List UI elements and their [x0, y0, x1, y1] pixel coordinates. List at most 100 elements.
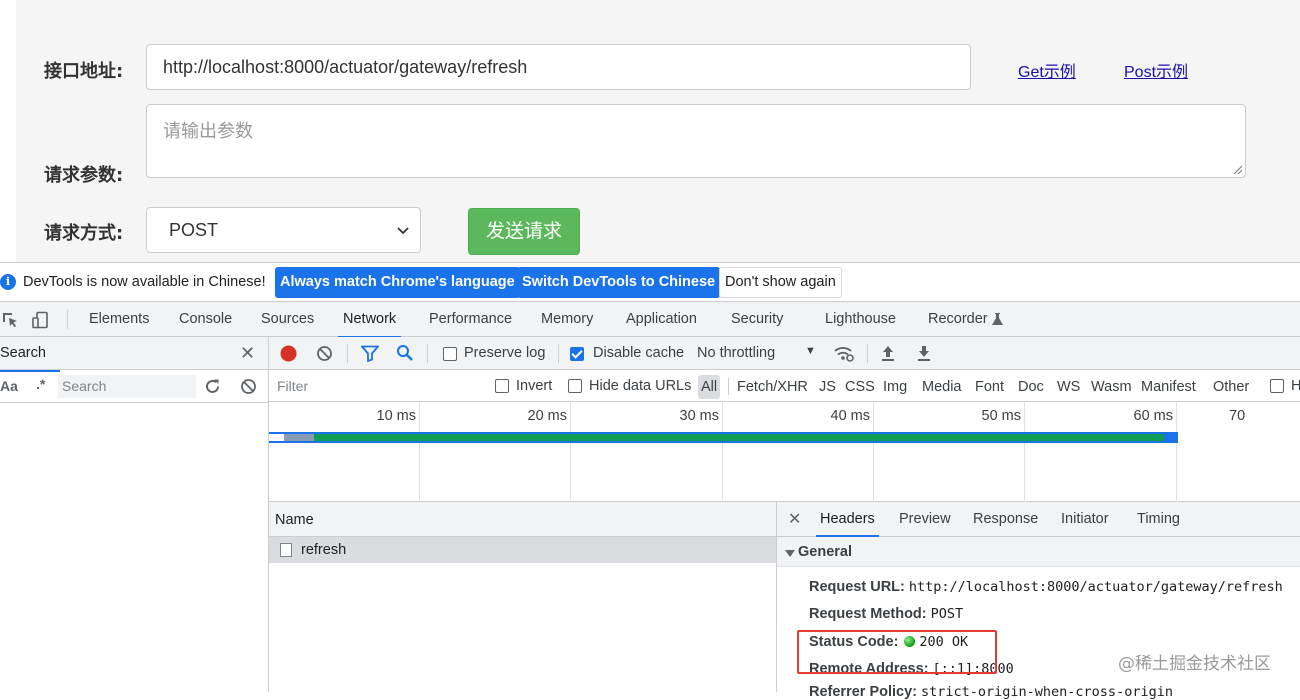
preserve-log-checkbox[interactable]: [443, 347, 457, 361]
timeline-tick-label: 70: [1229, 408, 1246, 424]
tab-elements[interactable]: Elements: [89, 302, 149, 337]
type-filter-fetch-xhr[interactable]: Fetch/XHR: [734, 375, 811, 399]
hide-data-urls-label[interactable]: Hide data URLs: [589, 378, 691, 394]
timeline-gridline: [1176, 402, 1177, 502]
close-search-icon[interactable]: ✕: [240, 343, 255, 364]
regex-toggle[interactable]: .*: [36, 376, 45, 392]
match-case-toggle[interactable]: Aa: [0, 378, 18, 394]
tab-security[interactable]: Security: [731, 302, 783, 337]
method-label: 请求方式:: [44, 223, 124, 244]
upload-icon[interactable]: [880, 345, 896, 362]
disable-cache-checkbox[interactable]: [570, 347, 584, 361]
tab-sources[interactable]: Sources: [261, 302, 314, 337]
resize-grip-icon[interactable]: [1233, 165, 1242, 174]
referrer-policy-value: strict-origin-when-cross-origin: [921, 684, 1173, 700]
language-infobar: i DevTools is now available in Chinese! …: [0, 263, 1300, 302]
download-icon[interactable]: [916, 345, 932, 362]
url-input[interactable]: http://localhost:8000/actuator/gateway/r…: [146, 44, 971, 90]
request-method-key: Request Method:: [809, 606, 927, 622]
record-icon[interactable]: [279, 344, 298, 363]
timeline-gridline: [570, 402, 571, 502]
filter-icon[interactable]: [361, 345, 379, 362]
throttling-select[interactable]: No throttling: [697, 345, 775, 361]
tab-timing[interactable]: Timing: [1137, 511, 1180, 527]
infobar-text: DevTools is now available in Chinese!: [23, 274, 266, 290]
hide-data-urls-checkbox[interactable]: [568, 379, 582, 393]
close-details-icon[interactable]: ✕: [788, 509, 801, 529]
tab-recorder[interactable]: Recorder: [928, 302, 988, 337]
request-url-row: Request URL: http://localhost:8000/actuat…: [809, 579, 1283, 595]
toolbar-separator: [347, 344, 348, 363]
network-overview-timeline[interactable]: 10 ms 20 ms 30 ms 40 ms 50 ms 60 ms 70: [269, 402, 1300, 502]
params-textarea[interactable]: 请输出参数: [146, 104, 1246, 178]
throttling-dropdown-icon[interactable]: ▼: [805, 345, 816, 357]
timeline-tick-label: 50 ms: [981, 408, 1022, 424]
inspect-element-icon[interactable]: [1, 311, 19, 329]
document-icon: [280, 543, 292, 557]
request-row[interactable]: refresh: [269, 537, 776, 563]
network-conditions-icon[interactable]: [833, 344, 855, 363]
general-section-header[interactable]: General: [777, 537, 1300, 567]
tab-response[interactable]: Response: [973, 511, 1038, 527]
tabbar-separator: [67, 310, 68, 329]
search-panel-title[interactable]: Search: [0, 345, 60, 372]
has-blocked-cookies-checkbox[interactable]: [1270, 379, 1284, 393]
preserve-log-label[interactable]: Preserve log: [464, 345, 545, 361]
search-icon[interactable]: [396, 344, 414, 362]
always-match-language-button[interactable]: Always match Chrome's language: [275, 267, 520, 298]
type-filter-font[interactable]: Font: [972, 375, 1007, 399]
method-select[interactable]: POST: [146, 207, 421, 253]
tab-headers[interactable]: Headers: [816, 511, 879, 537]
invert-label[interactable]: Invert: [516, 378, 552, 394]
status-highlight-box: [797, 630, 997, 674]
request-url-key: Request URL:: [809, 579, 905, 595]
send-request-button[interactable]: 发送请求: [468, 208, 580, 255]
clear-search-icon[interactable]: [240, 378, 257, 395]
toolbar-separator: [558, 344, 559, 363]
name-column-header[interactable]: Name: [275, 512, 314, 528]
referrer-policy-key: Referrer Policy:: [809, 684, 917, 700]
details-tabbar: ✕ Headers Preview Response Initiator Tim…: [777, 502, 1300, 537]
clear-icon[interactable]: [316, 345, 333, 362]
type-filter-js[interactable]: JS: [816, 375, 839, 399]
type-filter-all[interactable]: All: [698, 375, 721, 399]
tab-performance[interactable]: Performance: [429, 302, 512, 337]
type-filter-doc[interactable]: Doc: [1015, 375, 1047, 399]
dont-show-again-button[interactable]: Don't show again: [719, 267, 842, 298]
get-example-link[interactable]: Get示例: [1018, 58, 1076, 82]
type-filter-wasm[interactable]: Wasm: [1088, 375, 1135, 399]
timeline-tick-label: 20 ms: [527, 408, 568, 424]
tab-memory[interactable]: Memory: [541, 302, 593, 337]
switch-devtools-chinese-button[interactable]: Switch DevTools to Chinese: [517, 267, 721, 298]
timeline-bar-segment: [314, 434, 1164, 441]
type-filter-css[interactable]: CSS: [842, 375, 878, 399]
type-filter-other[interactable]: Other: [1210, 375, 1252, 399]
api-test-form: 接口地址: http://localhost:8000/actuator/gat…: [0, 0, 1300, 262]
refresh-icon[interactable]: [204, 378, 221, 395]
search-panel: Search ✕ Aa .* Search: [0, 337, 269, 692]
device-toolbar-icon[interactable]: [32, 311, 50, 329]
tab-initiator[interactable]: Initiator: [1061, 511, 1109, 527]
tab-console[interactable]: Console: [179, 302, 232, 337]
tab-application[interactable]: Application: [626, 302, 697, 337]
filter-input[interactable]: Filter: [273, 374, 478, 398]
timeline-gridline: [1024, 402, 1025, 502]
invert-checkbox[interactable]: [495, 379, 509, 393]
tab-preview[interactable]: Preview: [899, 511, 951, 527]
type-filter-ws[interactable]: WS: [1054, 375, 1083, 399]
tab-network[interactable]: Network: [337, 302, 402, 338]
post-example-link[interactable]: Post示例: [1124, 58, 1188, 82]
info-icon: i: [0, 274, 16, 290]
tab-lighthouse[interactable]: Lighthouse: [825, 302, 896, 337]
disable-cache-label[interactable]: Disable cache: [593, 345, 684, 361]
expand-triangle-icon: [785, 550, 795, 557]
type-filter-media[interactable]: Media: [919, 375, 965, 399]
trailing-filter-label[interactable]: H: [1291, 378, 1300, 394]
network-filter-bar: Filter Invert Hide data URLs All Fetch/X…: [269, 370, 1300, 402]
url-label: 接口地址:: [44, 61, 124, 82]
type-filter-manifest[interactable]: Manifest: [1138, 375, 1199, 399]
timeline-gridline: [722, 402, 723, 502]
search-input[interactable]: Search: [58, 375, 196, 398]
type-filter-img[interactable]: Img: [880, 375, 910, 399]
devtools-tabbar: Elements Console Sources Network Perform…: [0, 302, 1300, 338]
